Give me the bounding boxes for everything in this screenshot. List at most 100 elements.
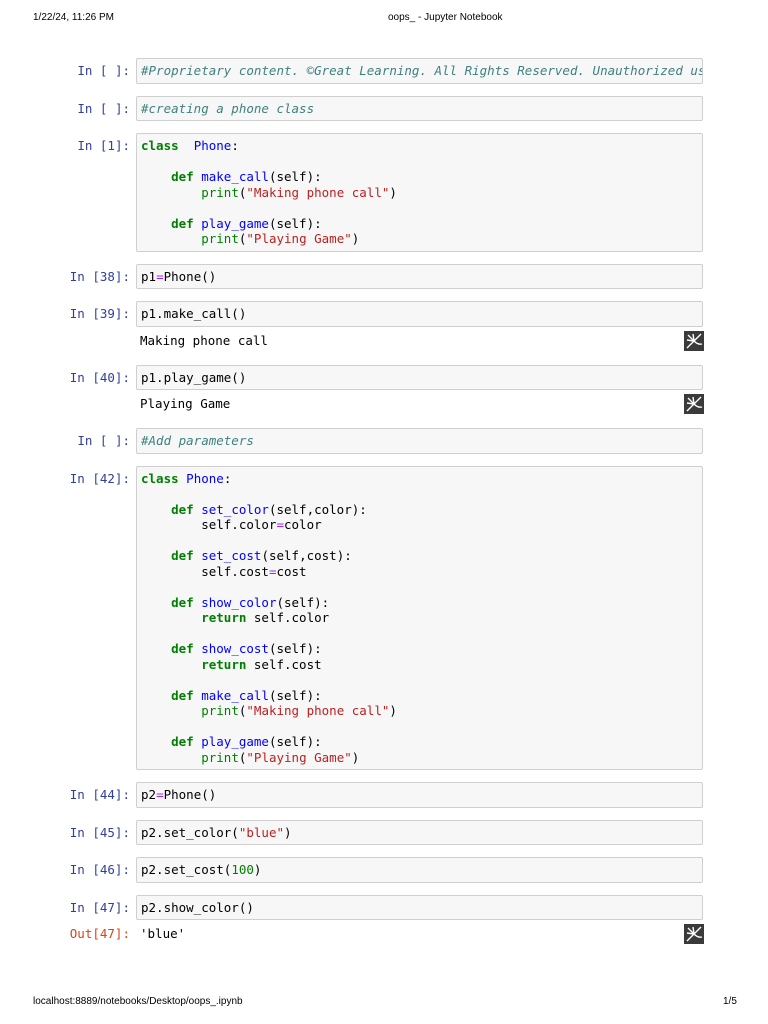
notebook-cell[interactable]: In [39]: p1.make_call() Making phone call: [0, 301, 768, 365]
input-prompt: In [38]:: [69, 268, 130, 284]
input-prompt: In [46]:: [69, 862, 130, 877]
notebook-cell[interactable]: In [46]: p2.set_cost(100): [0, 857, 768, 883]
code-input[interactable]: p2.show_color(): [136, 894, 703, 920]
footer-url: localhost:8889/notebooks/Desktop/oops_.i…: [33, 996, 243, 1007]
page-title: oops_ - Jupyter Notebook: [388, 12, 503, 23]
code-token: (self):: [268, 169, 322, 184]
trusted-image-icon: [684, 394, 704, 414]
code-token: set_color: [201, 501, 269, 517]
code-input[interactable]: #Proprietary content. ©Great Learning. A…: [136, 58, 703, 84]
code-token: #creating a phone class: [141, 100, 315, 116]
code-token: Phone: [193, 138, 232, 153]
code-input[interactable]: p2=Phone(): [136, 782, 703, 808]
code-line: #Proprietary content. ©Great Learning. A…: [141, 63, 702, 79]
code-token: play_game: [201, 215, 269, 231]
code-token: def: [171, 548, 194, 563]
code-token: ): [351, 231, 360, 246]
code-line: p2.show_color(): [141, 900, 698, 916]
code-token: cost: [276, 563, 307, 579]
code-token: #Add parameters: [141, 433, 254, 448]
cell-output: Making phone call: [0, 330, 768, 365]
notebook-cell[interactable]: In [44]: p2=Phone(): [0, 782, 768, 808]
code-input[interactable]: class Phone: def set_color(self,color): …: [136, 465, 703, 770]
code-line: def set_color(self,color):: [141, 502, 698, 518]
code-token: Phone(): [163, 787, 217, 802]
notebook-cell[interactable]: In [ ]: #Add parameters: [0, 428, 768, 454]
code-line: def play_game(self):: [141, 734, 698, 750]
code-token: print: [201, 231, 239, 246]
input-prompt: In [ ]:: [77, 433, 130, 448]
code-input[interactable]: class Phone: def make_call(self): print(…: [136, 133, 703, 252]
output-text: 'blue': [140, 926, 186, 941]
notebook-cell[interactable]: In [1]: class Phone: def make_call(self):…: [0, 133, 768, 252]
code-input[interactable]: p1.play_game(): [136, 364, 703, 390]
code-line: p2.set_color("blue"): [141, 825, 698, 841]
code-token: p2.set_cost(: [141, 862, 232, 877]
output-prompt: [0, 333, 136, 365]
page-number: 1/5: [723, 996, 737, 1007]
code-token: :: [223, 470, 232, 486]
notebook-cell[interactable]: In [40]: p1.play_game() Playing Game: [0, 364, 768, 429]
input-prompt: In [42]:: [69, 470, 130, 486]
input-prompt: In [ ]:: [77, 63, 130, 78]
code-line: class Phone:: [141, 471, 698, 487]
code-line: def set_cost(self,cost):: [141, 548, 698, 564]
code-input[interactable]: p1.make_call(): [136, 301, 703, 327]
code-token: p1.play_game(): [141, 369, 247, 385]
code-input[interactable]: p2.set_color("blue"): [136, 819, 703, 845]
code-line: print("Making phone call"): [141, 185, 698, 201]
notebook-cell[interactable]: In [45]: p2.set_color("blue"): [0, 819, 768, 845]
notebook-cell[interactable]: In [47]: p2.show_color() Out[47]: 'blue': [0, 894, 768, 959]
code-line: def show_cost(self):: [141, 641, 698, 657]
code-line: p1.make_call(): [141, 306, 698, 322]
code-token: def: [171, 215, 194, 231]
code-line: self.cost=cost: [141, 564, 698, 580]
notebook-cell[interactable]: In [ ]: #Proprietary content. ©Great Lear…: [0, 58, 768, 84]
input-prompt: In [44]:: [69, 787, 130, 802]
code-token: Phone(): [163, 268, 217, 284]
code-input[interactable]: p2.set_cost(100): [136, 857, 703, 883]
code-text: p1.play_game(): [141, 370, 698, 386]
code-line: print("Playing Game"): [141, 231, 698, 247]
code-token: print: [201, 749, 239, 765]
print-datetime: 1/22/24, 11:26 PM: [33, 12, 114, 23]
code-token: def: [171, 594, 194, 610]
code-token: color: [284, 517, 322, 532]
code-token: =: [156, 787, 164, 802]
code-token: ): [253, 862, 262, 877]
code-token: show_cost: [201, 641, 269, 656]
notebook-cell[interactable]: In [38]: p1=Phone(): [0, 263, 768, 289]
code-text: p2.set_color("blue"): [141, 825, 698, 841]
code-input[interactable]: #creating a phone class: [136, 95, 703, 121]
code-line: #Add parameters: [141, 433, 698, 449]
input-prompt: In [45]:: [69, 824, 130, 840]
code-token: self.color: [246, 610, 330, 625]
code-text: p2=Phone(): [141, 787, 698, 803]
code-token: class: [141, 470, 179, 486]
code-token: #Proprietary content. ©Great Learning. A…: [141, 63, 702, 78]
notebook-cell[interactable]: In [ ]: #creating a phone class: [0, 95, 768, 121]
code-token: (self,cost):: [261, 548, 352, 563]
code-token: p2: [141, 787, 157, 802]
code-input[interactable]: #Add parameters: [136, 428, 703, 454]
code-text: #Add parameters: [141, 433, 698, 449]
trusted-image-icon: [684, 924, 704, 944]
notebook-cell[interactable]: In [42]: class Phone: def set_color(self,…: [0, 465, 768, 770]
code-input[interactable]: p1=Phone(): [136, 263, 703, 289]
code-token: self.color: [141, 517, 277, 532]
